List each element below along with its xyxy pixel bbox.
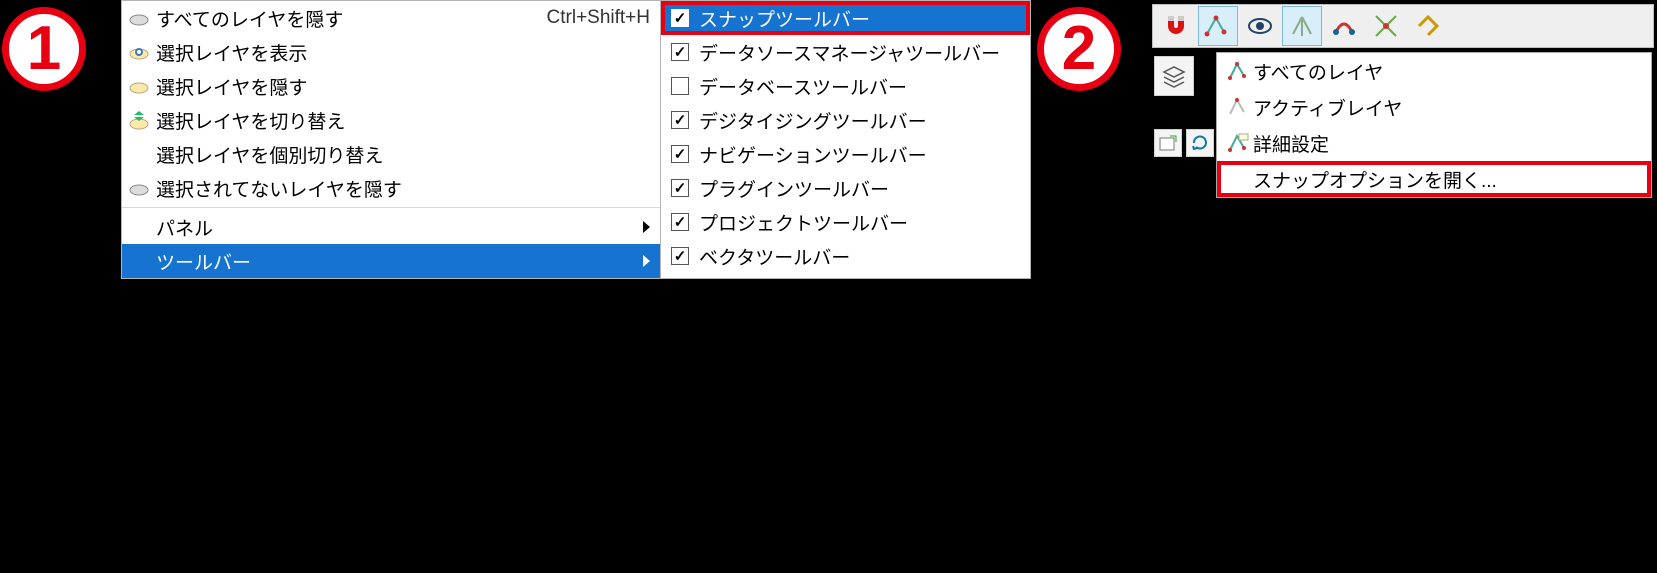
toolbar-item-label: スナップツールバー [699,5,870,32]
checkbox-icon [671,213,689,231]
checkbox-icon [671,9,689,27]
snap-menu-active-layer[interactable]: アクティブレイヤ [1217,89,1651,125]
panel-one: すべてのレイヤを隠す Ctrl+Shift+H 選択レイヤを表示 選択レイヤを隠… [121,0,1031,279]
menu-item-toggle-selected-layers[interactable]: 選択レイヤを切り替え [122,103,660,137]
checkbox-icon [671,43,689,61]
snap-menu-label: アクティブレイヤ [1253,94,1402,121]
layers-panel-button[interactable] [1154,56,1194,96]
checkbox-icon [671,145,689,163]
eye-icon [1246,12,1274,40]
menu-item-label: 選択レイヤを表示 [156,39,650,66]
checkbox-icon [671,247,689,265]
toolbar-item-label: プラグインツールバー [699,175,889,202]
vertex-icon [1288,12,1316,40]
more-icon [1452,12,1468,40]
blank-icon [122,244,156,278]
snap-mode-dropdown-button[interactable] [1198,6,1238,46]
snap-menu-advanced[interactable]: 詳細設定 [1217,125,1651,161]
snapping-toolbar [1152,4,1654,48]
checkbox-icon [671,111,689,129]
menu-item-label: ツールバー [156,248,643,275]
snap-all-layers-icon [1225,60,1253,82]
submenu-arrow-icon [643,221,650,233]
panel-two: ラウザ すべてのレイヤ アクティブレイヤ 詳 [1152,4,1654,48]
snap-menu-label: 詳細設定 [1253,130,1329,157]
snap-type-button[interactable] [1282,6,1322,46]
snap-layers-icon [1204,12,1232,40]
menu-item-label: すべてのレイヤを隠す [156,5,535,32]
menu-item-panels[interactable]: パネル [122,210,660,244]
blank-icon [122,210,156,244]
menu-item-hide-selected-layers[interactable]: 選択レイヤを隠す [122,69,660,103]
layers-icon [1161,63,1187,89]
magnet-icon [1162,12,1190,40]
toolbar-item-label: データソースマネージャツールバー [699,39,1000,66]
toolbar-item-database[interactable]: データベースツールバー [661,69,1030,103]
blank-icon [122,137,156,171]
menu-item-label: パネル [156,214,643,241]
toolbar-item-label: デジタイジングツールバー [699,107,927,134]
refresh-icon [1190,133,1210,153]
snap-enable-button[interactable] [1156,6,1196,46]
snap-menu-label: スナップオプションを開く... [1253,166,1497,193]
add-button[interactable] [1154,129,1182,157]
hide-selected-layers-icon [122,69,156,103]
callout-two: 2 [1037,7,1121,91]
hide-all-layers-icon [122,1,156,35]
toolbar-item-label: ベクタツールバー [699,243,850,270]
snap-mode-menu: すべてのレイヤ アクティブレイヤ 詳細設定 スナップオプションを開く... [1216,52,1652,198]
toolbar-item-snapping[interactable]: スナップツールバー [661,1,1030,35]
toolbar-item-label: データベースツールバー [699,73,907,100]
menu-item-show-selected-layers[interactable]: 選択レイヤを表示 [122,35,660,69]
menu-item-hide-unselected-layers[interactable]: 選択されてないレイヤを隠す [122,171,660,205]
tracing-button[interactable] [1450,6,1470,46]
browser-panel-label: ラウザ [1152,100,1216,125]
toolbar-item-plugins[interactable]: プラグインツールバー [661,171,1030,205]
callout-one: 1 [2,7,86,91]
toolbar-item-vector[interactable]: ベクタツールバー [661,239,1030,273]
toolbar-item-label: プロジェクトツールバー [699,209,908,236]
refresh-button[interactable] [1186,129,1214,157]
topology-icon [1330,12,1358,40]
snap-menu-label: すべてのレイヤ [1253,58,1383,85]
self-snapping-button[interactable] [1408,6,1448,46]
snap-advanced-icon [1225,132,1253,154]
hide-unselected-layers-icon [122,171,156,205]
toolbar-submenu: スナップツールバー データソースマネージャツールバー データベースツールバー デ… [661,0,1031,279]
menu-item-label: 選択レイヤを個別切り替え [156,141,650,168]
snap-visibility-button[interactable] [1240,6,1280,46]
menu-item-shortcut: Ctrl+Shift+H [535,7,650,29]
left-panel-strip: ラウザ [1152,52,1216,161]
toolbar-item-navigation[interactable]: ナビゲーションツールバー [661,137,1030,171]
menu-item-label: 選択されてないレイヤを隠す [156,175,650,202]
toolbar-item-data-source-manager[interactable]: データソースマネージャツールバー [661,35,1030,69]
snap-menu-open-options[interactable]: スナップオプションを開く... [1217,161,1651,197]
toolbar-item-label: ナビゲーションツールバー [699,141,927,168]
self-snap-icon [1414,12,1442,40]
checkbox-icon [671,179,689,197]
snap-menu-all-layers[interactable]: すべてのレイヤ [1217,53,1651,89]
menu-item-label: 選択レイヤを切り替え [156,107,650,134]
add-icon [1159,134,1177,152]
snap-intersection-button[interactable] [1366,6,1406,46]
menu-item-toggle-layers-individually[interactable]: 選択レイヤを個別切り替え [122,137,660,171]
intersection-icon [1372,12,1400,40]
show-selected-layers-icon [122,35,156,69]
snap-active-layer-icon [1225,96,1253,118]
menu-item-hide-all-layers[interactable]: すべてのレイヤを隠す Ctrl+Shift+H [122,1,660,35]
menu-item-toolbars[interactable]: ツールバー [122,244,660,278]
toolbar-item-project[interactable]: プロジェクトツールバー [661,205,1030,239]
toolbar-item-digitizing[interactable]: デジタイジングツールバー [661,103,1030,137]
submenu-arrow-icon [643,255,650,267]
topological-editing-button[interactable] [1324,6,1364,46]
checkbox-icon [671,77,689,95]
menu-item-label: 選択レイヤを隠す [156,73,650,100]
layer-context-menu: すべてのレイヤを隠す Ctrl+Shift+H 選択レイヤを表示 選択レイヤを隠… [121,0,661,279]
menu-separator [122,207,660,208]
toggle-selected-layers-icon [122,103,156,137]
